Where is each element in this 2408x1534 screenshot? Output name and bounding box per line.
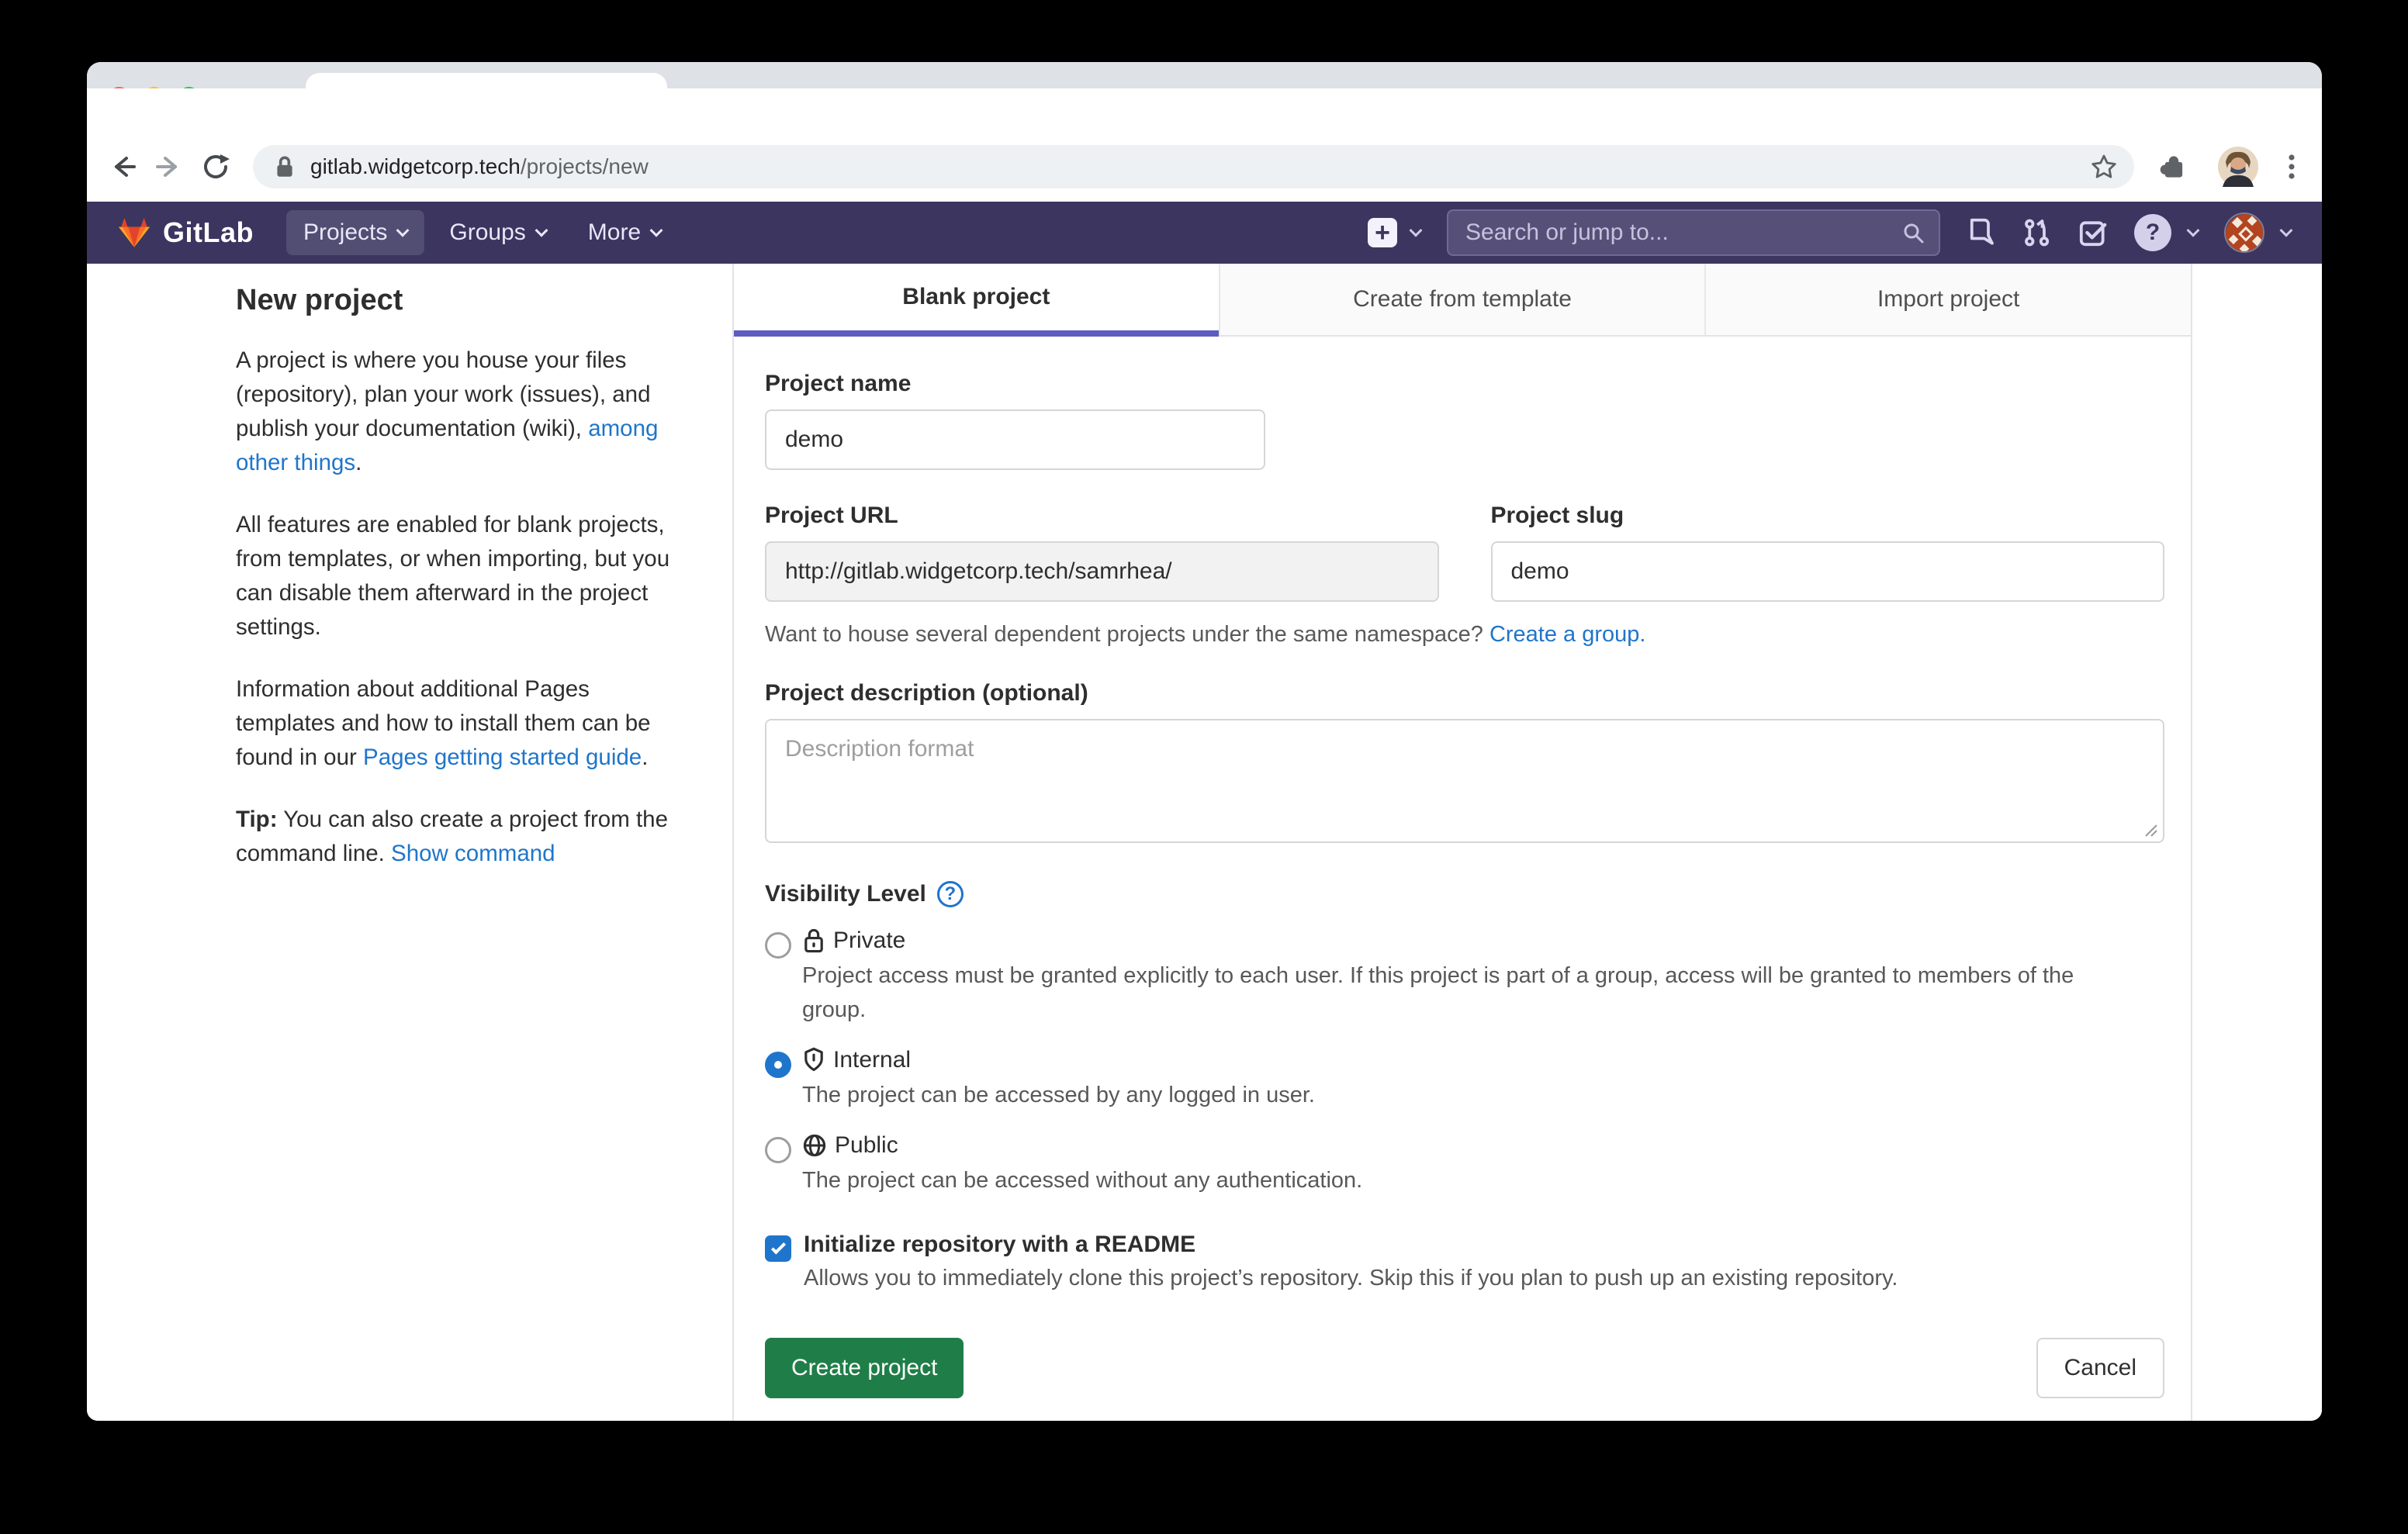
desktop-background: New Project · GitLab × + gitlab.widgetc	[0, 0, 2408, 1534]
project-name-input[interactable]	[765, 409, 1265, 470]
navbar-menu: Projects Groups More	[286, 210, 678, 255]
gitlab-navbar: GitLab Projects Groups More +	[87, 202, 2322, 264]
create-group-link[interactable]: Create a group.	[1489, 622, 1646, 647]
visibility-public-desc: The project can be accessed without any …	[802, 1163, 1362, 1197]
help-icon: ?	[2134, 214, 2171, 251]
merge-requests-icon[interactable]	[2021, 217, 2052, 248]
https-lock-icon	[275, 154, 295, 179]
user-menu[interactable]	[2224, 212, 2291, 253]
back-button[interactable]	[99, 154, 146, 180]
visibility-help-icon[interactable]: ?	[937, 881, 964, 907]
visibility-private-desc: Project access must be granted explicitl…	[802, 959, 2121, 1027]
visibility-option-public[interactable]: Public The project can be accessed witho…	[765, 1132, 2164, 1197]
sidebar-tip: Tip: You can also create a project from …	[236, 803, 686, 871]
show-command-link[interactable]: Show command	[391, 841, 555, 866]
tab-import-project[interactable]: Import project	[1704, 264, 2191, 337]
forward-button[interactable]	[146, 154, 192, 180]
chevron-down-icon	[2187, 224, 2200, 237]
blank-project-form: Project name Project URL Project slug Wa…	[734, 337, 2191, 1421]
issues-icon[interactable]	[1967, 217, 1995, 248]
address-bar[interactable]: gitlab.widgetcorp.tech/projects/new	[253, 145, 2134, 188]
visibility-internal-label: Internal	[833, 1047, 911, 1073]
globe-icon	[802, 1133, 827, 1158]
readme-desc: Allows you to immediately clone this pro…	[804, 1266, 1898, 1291]
user-avatar	[2224, 212, 2264, 253]
initialize-readme-row[interactable]: Initialize repository with a README Allo…	[765, 1232, 2164, 1291]
new-project-sidebar: New project A project is where you house…	[236, 284, 686, 899]
project-name-label: Project name	[765, 371, 2164, 397]
chevron-down-icon	[1410, 224, 1423, 237]
project-description-textarea[interactable]	[765, 719, 2164, 843]
url-text: gitlab.widgetcorp.tech/projects/new	[310, 154, 2089, 179]
visibility-level-label: Visibility Level	[765, 881, 926, 907]
sidebar-paragraph-2: All features are enabled for blank proje…	[236, 508, 686, 644]
extensions-puzzle-icon[interactable]	[2157, 150, 2190, 183]
browser-menu-icon[interactable]	[2286, 151, 2297, 182]
browser-window: New Project · GitLab × + gitlab.widgetc	[87, 62, 2322, 1421]
page-title: New project	[236, 284, 686, 317]
tab-blank-project[interactable]: Blank project	[734, 264, 1219, 337]
sidebar-paragraph-1: A project is where you house your files …	[236, 344, 686, 480]
nav-projects[interactable]: Projects	[286, 210, 424, 255]
pages-guide-link[interactable]: Pages getting started guide	[363, 745, 642, 770]
nav-more[interactable]: More	[571, 210, 678, 255]
browser-profile-avatar[interactable]	[2218, 147, 2258, 187]
bookmark-star-icon[interactable]	[2089, 152, 2119, 181]
lock-icon	[802, 928, 825, 954]
radio-internal[interactable]	[765, 1052, 791, 1078]
new-project-panel: Blank project Create from template Impor…	[732, 264, 2192, 1421]
todos-icon[interactable]	[2078, 218, 2108, 247]
search-input[interactable]	[1465, 219, 1901, 246]
browser-toolbar: gitlab.widgetcorp.tech/projects/new	[87, 88, 2322, 202]
gitlab-tanuki-icon	[118, 217, 150, 248]
create-project-button[interactable]: Create project	[765, 1338, 964, 1398]
new-menu-button[interactable]: +	[1368, 218, 1420, 247]
navbar-right: +	[1368, 209, 2291, 256]
project-slug-label: Project slug	[1491, 503, 2165, 529]
project-description-label: Project description (optional)	[765, 680, 2164, 707]
url-host: gitlab.widgetcorp.tech	[310, 154, 521, 178]
page-content: New project A project is where you house…	[87, 264, 2322, 1421]
help-menu[interactable]: ?	[2134, 214, 2198, 251]
gitlab-wordmark: GitLab	[163, 216, 254, 249]
shield-icon	[802, 1047, 825, 1073]
visibility-public-label: Public	[835, 1132, 898, 1159]
readme-checkbox[interactable]	[765, 1235, 791, 1262]
chevron-down-icon	[396, 224, 410, 237]
visibility-private-label: Private	[833, 928, 905, 954]
project-slug-input[interactable]	[1491, 541, 2165, 602]
visibility-option-private[interactable]: Private Project access must be granted e…	[765, 928, 2164, 1027]
nav-groups[interactable]: Groups	[432, 210, 562, 255]
visibility-option-internal[interactable]: Internal The project can be accessed by …	[765, 1047, 2164, 1112]
reload-button[interactable]	[192, 151, 239, 182]
url-path: /projects/new	[521, 154, 649, 178]
tab-create-from-template[interactable]: Create from template	[1219, 264, 1705, 337]
chevron-down-icon	[535, 224, 548, 237]
browser-actions	[2157, 147, 2297, 187]
plus-icon: +	[1368, 218, 1397, 247]
project-type-tabs: Blank project Create from template Impor…	[734, 264, 2191, 337]
sidebar-paragraph-3: Information about additional Pages templ…	[236, 672, 686, 775]
namespace-hint: Want to house several dependent projects…	[765, 622, 2164, 648]
search-icon	[1901, 221, 1925, 244]
readme-label: Initialize repository with a README	[804, 1232, 1898, 1258]
project-url-input[interactable]	[765, 541, 1439, 602]
cancel-button[interactable]: Cancel	[2036, 1338, 2164, 1398]
chevron-down-icon	[650, 224, 663, 237]
project-url-label: Project URL	[765, 503, 1439, 529]
radio-private[interactable]	[765, 932, 791, 959]
radio-public[interactable]	[765, 1137, 791, 1163]
chevron-down-icon	[2280, 224, 2293, 237]
visibility-internal-desc: The project can be accessed by any logge…	[802, 1078, 1315, 1112]
global-search[interactable]	[1447, 209, 1940, 256]
gitlab-logo[interactable]: GitLab	[118, 216, 254, 249]
